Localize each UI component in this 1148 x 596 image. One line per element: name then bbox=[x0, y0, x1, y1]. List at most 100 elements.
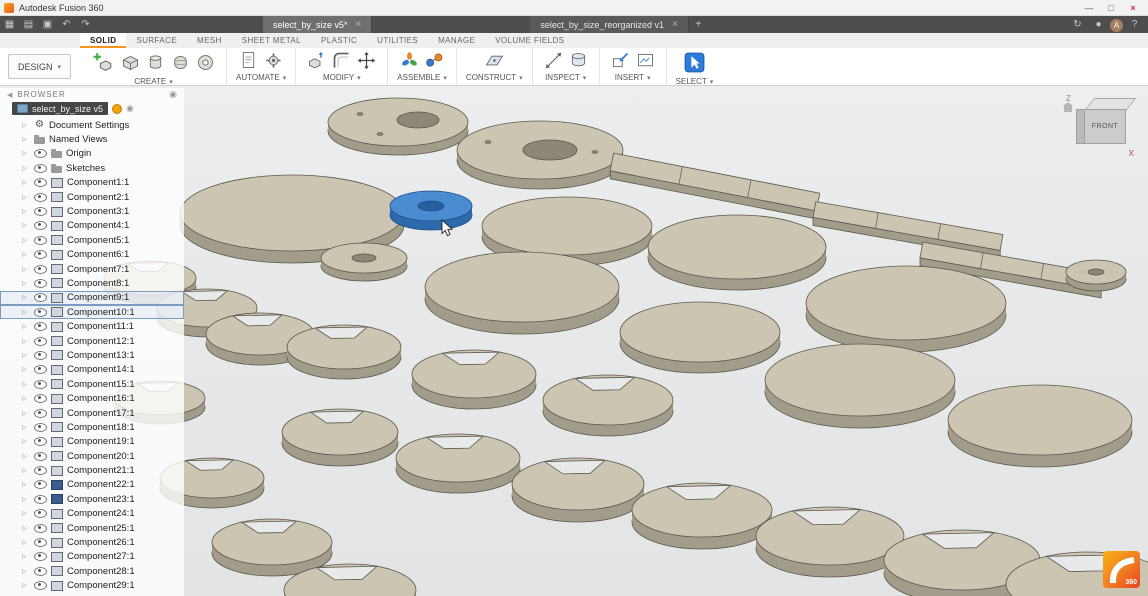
document-tab-1[interactable]: select_by_size v5* × bbox=[263, 16, 373, 33]
browser-item-component21-1[interactable]: ▷ Component21:1 bbox=[0, 463, 184, 477]
viewport-part[interactable] bbox=[511, 457, 645, 523]
construction-plane-button[interactable] bbox=[483, 49, 506, 72]
browser-item-component20-1[interactable]: ▷ Component20:1 bbox=[0, 449, 184, 463]
maximize-button[interactable]: □ bbox=[1100, 1, 1122, 15]
notifications-bell-icon[interactable]: ● bbox=[1089, 19, 1108, 30]
insert-menu[interactable]: INSERT ▾ bbox=[615, 72, 651, 85]
close-button[interactable]: × bbox=[1122, 1, 1144, 15]
ribbon-tab-sheet-metal[interactable]: SHEET METAL bbox=[232, 33, 311, 48]
expand-arrow-icon[interactable]: ▷ bbox=[22, 496, 30, 503]
close-tab-icon[interactable]: × bbox=[356, 19, 362, 30]
app-grid-icon[interactable]: ▦ bbox=[0, 16, 19, 33]
visibility-eye-icon[interactable] bbox=[34, 336, 47, 346]
ribbon-tab-plastic[interactable]: PLASTIC bbox=[311, 33, 367, 48]
expand-arrow-icon[interactable]: ▷ bbox=[22, 136, 30, 143]
expand-arrow-icon[interactable]: ▷ bbox=[22, 438, 30, 445]
viewport-part[interactable] bbox=[395, 433, 521, 494]
expand-arrow-icon[interactable]: ▷ bbox=[22, 338, 30, 345]
job-status-icon[interactable]: ↻ bbox=[1068, 19, 1087, 30]
browser-item-component6-1[interactable]: ▷ Component6:1 bbox=[0, 248, 184, 262]
browser-item-sketches[interactable]: ▷ Sketches bbox=[0, 161, 184, 175]
viewport-part[interactable] bbox=[755, 506, 905, 578]
browser-item-component1-1[interactable]: ▷ Component1:1 bbox=[0, 176, 184, 190]
canvas-button[interactable] bbox=[634, 49, 657, 72]
visibility-eye-icon[interactable] bbox=[34, 581, 47, 591]
viewport-part[interactable] bbox=[631, 482, 773, 550]
viewport-part[interactable] bbox=[647, 214, 827, 291]
visibility-eye-icon[interactable] bbox=[34, 365, 47, 375]
browser-root-node[interactable]: select_by_size v5 bbox=[12, 102, 109, 115]
visibility-eye-icon[interactable] bbox=[34, 207, 47, 217]
expand-arrow-icon[interactable]: ▷ bbox=[22, 510, 30, 517]
joint-button[interactable] bbox=[423, 49, 446, 72]
create-menu[interactable]: CREATE ▾ bbox=[134, 76, 172, 89]
visibility-eye-icon[interactable] bbox=[34, 552, 47, 562]
viewport-part[interactable] bbox=[286, 324, 402, 380]
close-tab-icon[interactable]: × bbox=[672, 19, 678, 30]
fillet-button[interactable] bbox=[330, 49, 353, 72]
expand-arrow-icon[interactable]: ▷ bbox=[22, 381, 30, 388]
visibility-eye-icon[interactable] bbox=[34, 408, 47, 418]
ribbon-tab-manage[interactable]: MANAGE bbox=[428, 33, 485, 48]
visibility-eye-icon[interactable] bbox=[34, 394, 47, 404]
help-icon[interactable]: ? bbox=[1125, 19, 1144, 30]
viewcube-front-face[interactable]: FRONT bbox=[1084, 109, 1126, 144]
browser-item-component9-1[interactable]: ▷ Component9:1 bbox=[0, 290, 184, 306]
expand-arrow-icon[interactable]: ▷ bbox=[22, 165, 30, 172]
viewport-part[interactable] bbox=[542, 374, 674, 437]
measure-button[interactable] bbox=[542, 49, 565, 72]
sphere-button[interactable] bbox=[169, 51, 192, 74]
press-pull-button[interactable] bbox=[305, 49, 328, 72]
expand-arrow-icon[interactable]: ▷ bbox=[22, 194, 30, 201]
visibility-eye-icon[interactable] bbox=[34, 379, 47, 389]
browser-item-component19-1[interactable]: ▷ Component19:1 bbox=[0, 435, 184, 449]
display-filter-icon[interactable]: ◉ bbox=[169, 89, 177, 100]
browser-item-named-views[interactable]: ▷ Named Views bbox=[0, 132, 184, 146]
browser-item-component10-1[interactable]: ▷ Component10:1 bbox=[0, 305, 184, 320]
visibility-eye-icon[interactable] bbox=[34, 278, 47, 288]
construct-menu[interactable]: CONSTRUCT ▾ bbox=[466, 72, 523, 85]
selection-set-icon[interactable]: ◉ bbox=[126, 103, 134, 114]
select-menu[interactable]: SELECT ▾ bbox=[676, 76, 714, 89]
expand-arrow-icon[interactable]: ▷ bbox=[22, 525, 30, 532]
viewport-part-selected[interactable] bbox=[389, 190, 473, 231]
ribbon-tab-mesh[interactable]: MESH bbox=[187, 33, 232, 48]
browser-item-document-settings[interactable]: ▷ ⚙ Document Settings bbox=[0, 118, 184, 132]
visibility-eye-icon[interactable] bbox=[34, 350, 47, 360]
browser-item-component26-1[interactable]: ▷ Component26:1 bbox=[0, 535, 184, 549]
ribbon-tab-volume-fields[interactable]: VOLUME FIELDS bbox=[485, 33, 574, 48]
undo-icon[interactable]: ↶ bbox=[57, 16, 76, 33]
browser-item-component18-1[interactable]: ▷ Component18:1 bbox=[0, 420, 184, 434]
browser-item-component22-1[interactable]: ▷ Component22:1 bbox=[0, 478, 184, 492]
move-copy-button[interactable] bbox=[355, 49, 378, 72]
extrude-button[interactable] bbox=[119, 51, 142, 74]
document-tab-2[interactable]: select_by_size_reorganized v1 × bbox=[530, 16, 689, 33]
modify-menu[interactable]: MODIFY ▾ bbox=[323, 72, 361, 85]
browser-item-component29-1[interactable]: ▷ Component29:1 bbox=[0, 579, 184, 593]
browser-item-component11-1[interactable]: ▷ Component11:1 bbox=[0, 319, 184, 333]
browser-item-component7-1[interactable]: ▷ Component7:1 bbox=[0, 262, 184, 276]
browser-item-component28-1[interactable]: ▷ Component28:1 bbox=[0, 564, 184, 578]
browser-item-origin[interactable]: ▷ Origin bbox=[0, 147, 184, 161]
expand-arrow-icon[interactable]: ▷ bbox=[22, 208, 30, 215]
browser-item-component4-1[interactable]: ▷ Component4:1 bbox=[0, 219, 184, 233]
add-tab-button[interactable]: + bbox=[689, 16, 708, 33]
browser-item-component13-1[interactable]: ▷ Component13:1 bbox=[0, 348, 184, 362]
section-analysis-button[interactable] bbox=[567, 49, 590, 72]
inspect-menu[interactable]: INSPECT ▾ bbox=[545, 72, 586, 85]
browser-item-component27-1[interactable]: ▷ Component27:1 bbox=[0, 550, 184, 564]
viewport-part[interactable] bbox=[456, 120, 624, 190]
redo-icon[interactable]: ↷ bbox=[76, 16, 95, 33]
visibility-eye-icon[interactable] bbox=[34, 451, 47, 461]
browser-item-component25-1[interactable]: ▷ Component25:1 bbox=[0, 521, 184, 535]
viewport-part[interactable] bbox=[609, 152, 821, 220]
visibility-eye-icon[interactable] bbox=[34, 221, 47, 231]
ribbon-tab-surface[interactable]: SURFACE bbox=[126, 33, 187, 48]
visibility-eye-icon[interactable] bbox=[34, 494, 47, 504]
visibility-eye-icon[interactable] bbox=[34, 437, 47, 447]
expand-arrow-icon[interactable]: ▷ bbox=[22, 395, 30, 402]
visibility-eye-icon[interactable] bbox=[34, 422, 47, 432]
expand-arrow-icon[interactable]: ▷ bbox=[22, 323, 30, 330]
browser-item-component8-1[interactable]: ▷ Component8:1 bbox=[0, 276, 184, 290]
browser-item-component12-1[interactable]: ▷ Component12:1 bbox=[0, 334, 184, 348]
